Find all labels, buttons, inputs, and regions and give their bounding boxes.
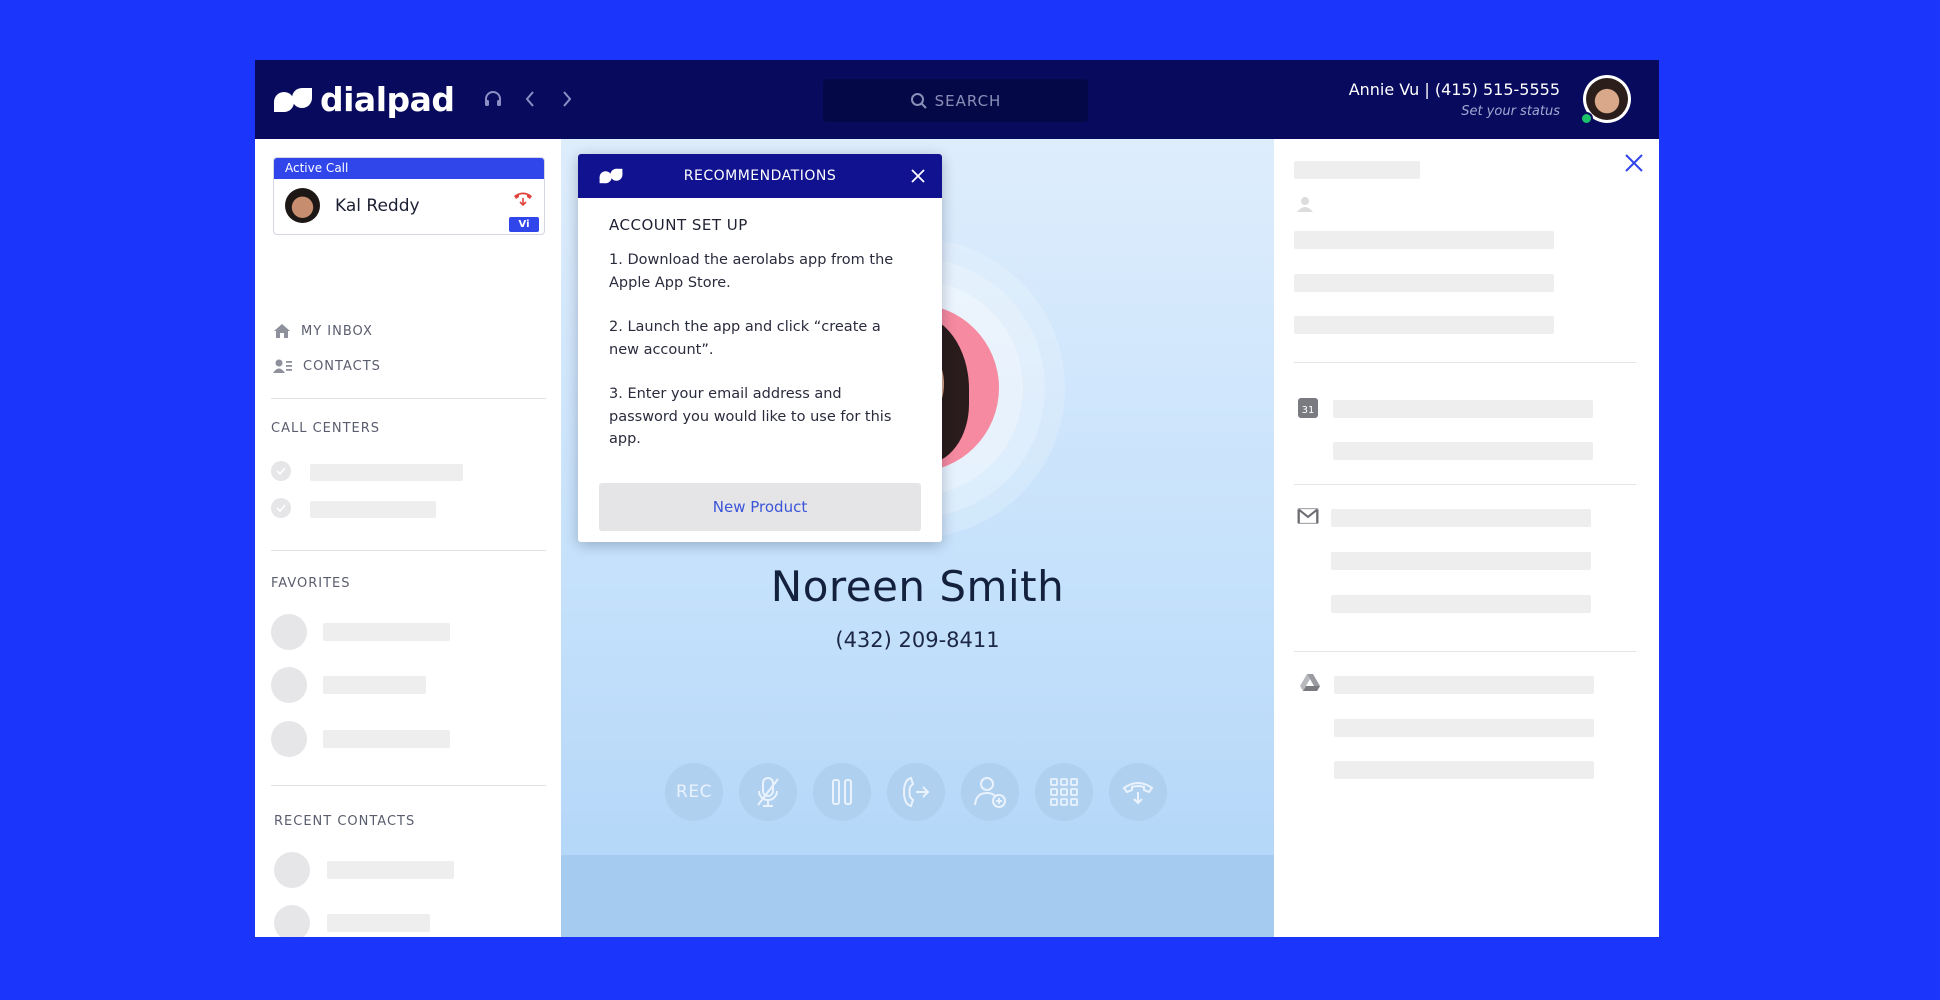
divider (1294, 362, 1636, 363)
recent-contact-name-placeholder[interactable] (327, 861, 454, 879)
drive-file-placeholder[interactable] (1334, 761, 1594, 779)
favorite-name-placeholder[interactable] (323, 623, 450, 641)
hang-up-icon (1122, 782, 1154, 805)
contact-field-placeholder (1294, 231, 1554, 249)
calendar-day-label: 31 (1302, 405, 1315, 416)
caller-number: (432) 209-8411 (835, 628, 1000, 652)
divider (271, 550, 546, 551)
sidebar-item-my-inbox[interactable]: MY INBOX (273, 321, 373, 341)
dialpad-logo-icon (274, 88, 312, 112)
pause-icon (832, 779, 852, 805)
calendar-event-placeholder[interactable] (1333, 442, 1593, 460)
call-center-placeholder[interactable] (310, 501, 436, 518)
search-bar[interactable]: SEARCH (823, 79, 1088, 122)
online-status-indicator (1580, 112, 1593, 125)
recommendation-step: 1. Download the aerolabs app from the Ap… (609, 252, 894, 291)
home-icon (274, 324, 290, 338)
popup-content: ACCOUNT SET UP 1. Download the aerolabs … (609, 216, 899, 473)
recent-contact-avatar-placeholder[interactable] (274, 905, 310, 937)
dialpad-app-window: dialpad SEARCH Annie Vu | (415) 515-5555… (255, 60, 1659, 937)
google-drive-icon[interactable] (1299, 672, 1321, 694)
record-label: REC (676, 782, 712, 802)
divider (1294, 484, 1636, 485)
email-thread-placeholder[interactable] (1331, 552, 1591, 570)
call-centers-heading: CALL CENTERS (271, 421, 381, 436)
contact-title-placeholder (1294, 161, 1420, 179)
favorite-avatar-placeholder[interactable] (271, 614, 307, 650)
email-thread-placeholder[interactable] (1331, 509, 1591, 527)
brand-name: dialpad (320, 80, 455, 119)
mute-button[interactable] (739, 763, 797, 821)
search-icon (910, 92, 927, 109)
favorite-avatar-placeholder[interactable] (271, 667, 307, 703)
active-call-card[interactable]: Active Call Kal Reddy Vi (273, 157, 545, 235)
microphone-off-icon (757, 777, 779, 807)
close-icon[interactable] (910, 168, 926, 184)
recommendation-step: 2. Launch the app and click “create a ne… (609, 319, 881, 358)
transfer-button[interactable] (887, 763, 945, 821)
contacts-icon (273, 359, 292, 373)
recommendations-popup: RECOMMENDATIONS ACCOUNT SET UP 1. Downlo… (578, 154, 942, 542)
dialpad-logo[interactable]: dialpad (273, 82, 455, 118)
caller-avatar (285, 188, 320, 223)
contact-field-placeholder (1294, 316, 1554, 334)
top-bar: dialpad SEARCH Annie Vu | (415) 515-5555… (255, 60, 1659, 139)
recommendation-step: 3. Enter your email address and password… (609, 386, 892, 447)
caller-name: Noreen Smith (770, 562, 1065, 611)
favorite-avatar-placeholder[interactable] (271, 721, 307, 757)
hold-button[interactable] (813, 763, 871, 821)
recent-contact-name-placeholder[interactable] (327, 914, 430, 932)
search-label: SEARCH (934, 91, 1002, 110)
add-person-icon (974, 777, 1006, 808)
recent-contact-avatar-placeholder[interactable] (274, 852, 310, 888)
hang-up-button[interactable] (1109, 763, 1167, 821)
user-name-and-number: Annie Vu | (415) 515-5555 (1348, 80, 1560, 99)
keypad-button[interactable] (1035, 763, 1093, 821)
set-status-link[interactable]: Set your status (1461, 104, 1560, 119)
email-thread-placeholder[interactable] (1331, 595, 1591, 613)
person-icon (1294, 193, 1316, 215)
drive-file-placeholder[interactable] (1334, 676, 1594, 694)
popup-header: RECOMMENDATIONS (578, 154, 942, 198)
vi-badge[interactable]: Vi (509, 217, 539, 232)
active-caller-name: Kal Reddy (335, 196, 420, 216)
hang-up-icon[interactable] (511, 188, 535, 208)
sidebar-item-contacts[interactable]: CONTACTS (273, 356, 381, 376)
close-icon[interactable] (1625, 154, 1643, 172)
divider (271, 785, 546, 786)
favorites-heading: FAVORITES (271, 576, 351, 591)
favorite-name-placeholder[interactable] (323, 730, 450, 748)
check-icon[interactable] (271, 498, 291, 518)
gmail-icon[interactable] (1297, 505, 1319, 527)
calendar-event-placeholder[interactable] (1333, 400, 1593, 418)
recent-contacts-heading: RECENT CONTACTS (274, 814, 416, 829)
transfer-call-icon (902, 776, 930, 808)
scroll-fade (578, 454, 942, 480)
call-center-placeholder[interactable] (310, 464, 463, 481)
sidebar-item-label: CONTACTS (303, 358, 381, 374)
sidebar: Active Call Kal Reddy Vi MY INBOX CONTAC… (255, 139, 561, 937)
add-person-button[interactable] (961, 763, 1019, 821)
keypad-icon (1050, 778, 1078, 806)
forward-arrow-icon[interactable] (555, 87, 579, 111)
popup-title: RECOMMENDATIONS (683, 168, 837, 184)
new-product-button[interactable]: New Product (599, 483, 921, 531)
record-button[interactable]: REC (665, 763, 723, 821)
headset-icon[interactable] (481, 87, 505, 111)
call-screen-footer (561, 855, 1274, 937)
divider (1294, 651, 1636, 652)
recommendation-heading: ACCOUNT SET UP (609, 216, 748, 234)
sidebar-item-label: MY INBOX (301, 323, 373, 339)
calendar-icon[interactable]: 31 (1297, 397, 1319, 419)
drive-file-placeholder[interactable] (1334, 719, 1594, 737)
active-call-header: Active Call (274, 158, 544, 179)
divider (271, 398, 546, 399)
check-icon[interactable] (271, 461, 291, 481)
favorite-name-placeholder[interactable] (323, 676, 426, 694)
contact-field-placeholder (1294, 274, 1554, 292)
back-arrow-icon[interactable] (518, 87, 542, 111)
contact-details-panel: 31 (1274, 139, 1659, 937)
